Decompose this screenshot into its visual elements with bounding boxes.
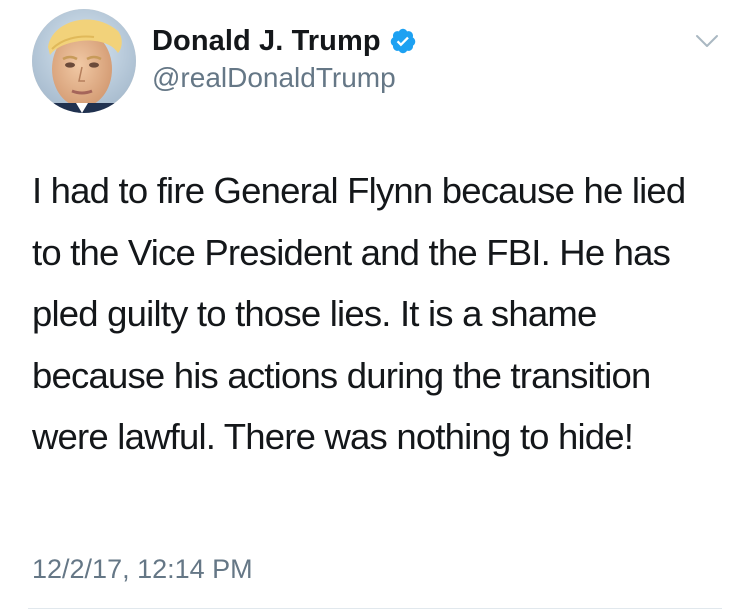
author-display-name[interactable]: Donald J. Trump	[152, 24, 381, 58]
tweet-card: Donald J. Trump @realDonaldTrump I had t…	[0, 0, 750, 614]
tweet-text: I had to fire General Flynn because he l…	[32, 170, 686, 458]
chevron-down-icon[interactable]	[694, 28, 720, 54]
divider	[28, 608, 722, 609]
verified-badge-icon	[390, 28, 415, 54]
avatar-image	[32, 9, 136, 113]
author-name-row: Donald J. Trump	[152, 24, 417, 58]
author-avatar[interactable]	[32, 9, 136, 113]
author-handle[interactable]: @realDonaldTrump	[152, 61, 396, 95]
tweet-timestamp[interactable]: 12/2/17, 12:14 PM	[32, 553, 253, 585]
